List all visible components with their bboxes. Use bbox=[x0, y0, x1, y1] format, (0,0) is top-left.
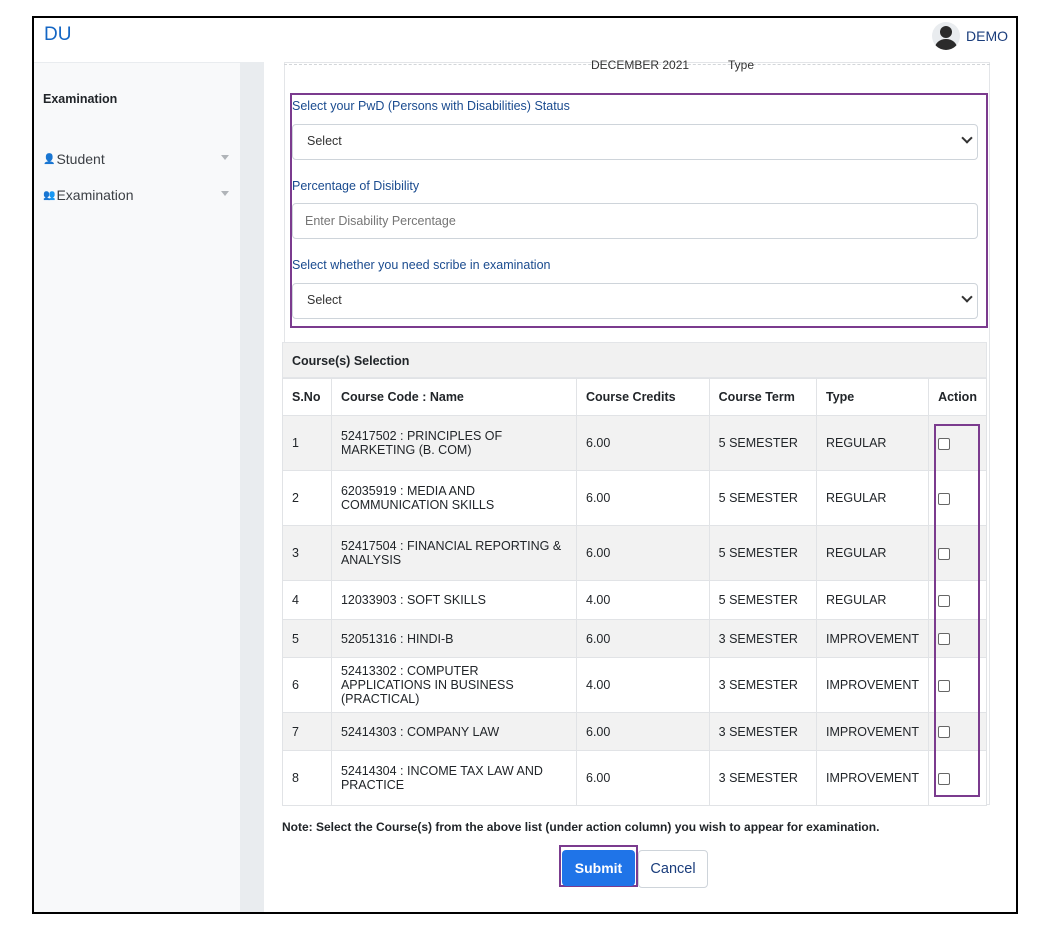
cell-course-name: 62035919 : MEDIA AND COMMUNICATION SKILL… bbox=[330, 470, 578, 526]
table-header-row: S.No Course Code : Name Course Credits C… bbox=[282, 378, 987, 416]
cell-sno: 4 bbox=[282, 580, 332, 620]
column-header: Course Credits bbox=[576, 378, 710, 416]
sidebar-item-examination[interactable]: 👥 Examination bbox=[43, 187, 229, 203]
column-header: S.No bbox=[282, 378, 332, 416]
cell-type: REGULAR bbox=[815, 580, 930, 620]
cell-term: 3 SEMESTER bbox=[708, 657, 818, 713]
cell-sno: 5 bbox=[282, 619, 332, 658]
sidebar-item-label: Student bbox=[56, 151, 105, 167]
sidebar: Examination 👤 Student 👥 Examination bbox=[34, 62, 240, 912]
scribe-label: Select whether you need scribe in examin… bbox=[292, 258, 551, 272]
column-header: Course Code : Name bbox=[330, 378, 578, 416]
cell-credits: 6.00 bbox=[576, 470, 710, 526]
cell-course-name: 52417502 : PRINCIPLES OF MARKETING (B. C… bbox=[330, 415, 578, 471]
cell-sno: 3 bbox=[282, 525, 332, 581]
cell-term: 5 SEMESTER bbox=[708, 525, 818, 581]
cell-course-name: 52414304 : INCOME TAX LAW AND PRACTICE bbox=[330, 750, 578, 806]
cell-term: 5 SEMESTER bbox=[708, 470, 818, 526]
cell-type: IMPROVEMENT bbox=[815, 712, 930, 751]
column-header: Action bbox=[928, 378, 987, 416]
pwd-status-select[interactable]: Select bbox=[292, 124, 978, 160]
course-section-title: Course(s) Selection bbox=[282, 342, 987, 378]
table-row: 7 52414303 : COMPANY LAW 6.00 3 SEMESTER… bbox=[282, 712, 987, 751]
cell-credits: 6.00 bbox=[576, 619, 710, 658]
cell-sno: 1 bbox=[282, 415, 332, 471]
scribe-select[interactable]: Select bbox=[292, 283, 978, 319]
user-icon: 👤 bbox=[43, 153, 56, 165]
cell-type: REGULAR bbox=[815, 415, 930, 471]
cell-term: 3 SEMESTER bbox=[708, 712, 818, 751]
table-row: 6 52413302 : COMPUTER APPLICATIONS IN BU… bbox=[282, 657, 987, 713]
sidebar-title: Examination bbox=[43, 92, 118, 106]
column-header: Type bbox=[815, 378, 930, 416]
percentage-label: Percentage of Disibility bbox=[292, 179, 420, 193]
table-row: 5 52051316 : HINDI-B 6.00 3 SEMESTER IMP… bbox=[282, 619, 987, 658]
sidebar-item-student[interactable]: 👤 Student bbox=[43, 151, 229, 167]
cell-credits: 6.00 bbox=[576, 415, 710, 471]
column-header: Course Term bbox=[708, 378, 818, 416]
selection-note: Note: Select the Course(s) from the abov… bbox=[282, 820, 880, 834]
user-name[interactable]: DEMO bbox=[966, 28, 1008, 44]
sidebar-scrollbar[interactable] bbox=[240, 62, 264, 912]
table-row: 4 12033903 : SOFT SKILLS 4.00 5 SEMESTER… bbox=[282, 580, 987, 620]
action-column-highlight bbox=[934, 424, 980, 797]
sidebar-item-label: Examination bbox=[56, 187, 134, 203]
chevron-down-icon bbox=[221, 191, 229, 196]
cell-credits: 4.00 bbox=[576, 580, 710, 620]
chevron-down-icon bbox=[221, 155, 229, 160]
brand-logo[interactable]: DU bbox=[44, 24, 71, 46]
cell-course-name: 52414303 : COMPANY LAW bbox=[330, 712, 578, 751]
cell-credits: 6.00 bbox=[576, 750, 710, 806]
cell-type: IMPROVEMENT bbox=[815, 750, 930, 806]
avatar-icon[interactable] bbox=[932, 22, 960, 50]
cell-credits: 6.00 bbox=[576, 525, 710, 581]
pwd-status-label: Select your PwD (Persons with Disabiliti… bbox=[292, 99, 570, 113]
cell-sno: 6 bbox=[282, 657, 332, 713]
cell-course-name: 52413302 : COMPUTER APPLICATIONS IN BUSI… bbox=[330, 657, 578, 713]
cell-type: IMPROVEMENT bbox=[815, 619, 930, 658]
partial-header-type: Type bbox=[728, 58, 755, 72]
cell-credits: 4.00 bbox=[576, 657, 710, 713]
cell-course-name: 52051316 : HINDI-B bbox=[330, 619, 578, 658]
cell-sno: 2 bbox=[282, 470, 332, 526]
cell-term: 3 SEMESTER bbox=[708, 619, 818, 658]
cell-course-name: 12033903 : SOFT SKILLS bbox=[330, 580, 578, 620]
scribe-value: Select bbox=[307, 293, 342, 307]
cell-type: REGULAR bbox=[815, 470, 930, 526]
cell-sno: 7 bbox=[282, 712, 332, 751]
top-navbar: DU DEMO bbox=[34, 18, 1016, 62]
cell-term: 3 SEMESTER bbox=[708, 750, 818, 806]
cell-term: 5 SEMESTER bbox=[708, 580, 818, 620]
cancel-button[interactable]: Cancel bbox=[638, 850, 708, 888]
cell-term: 5 SEMESTER bbox=[708, 415, 818, 471]
user-menu[interactable]: DEMO bbox=[932, 22, 1008, 50]
cell-type: IMPROVEMENT bbox=[815, 657, 930, 713]
chevron-down-icon bbox=[961, 291, 973, 303]
table-row: 1 52417502 : PRINCIPLES OF MARKETING (B.… bbox=[282, 415, 987, 471]
cell-sno: 8 bbox=[282, 750, 332, 806]
course-table: S.No Course Code : Name Course Credits C… bbox=[282, 378, 987, 806]
disability-percentage-input[interactable] bbox=[292, 203, 978, 239]
users-icon: 👥 bbox=[43, 189, 56, 201]
partial-header-exam: DECEMBER 2021 bbox=[591, 58, 690, 72]
chevron-down-icon bbox=[961, 132, 973, 144]
cell-type: REGULAR bbox=[815, 525, 930, 581]
table-row: 3 52417504 : FINANCIAL REPORTING & ANALY… bbox=[282, 525, 987, 581]
submit-button[interactable]: Submit bbox=[562, 850, 635, 886]
cell-credits: 6.00 bbox=[576, 712, 710, 751]
table-row: 2 62035919 : MEDIA AND COMMUNICATION SKI… bbox=[282, 470, 987, 526]
pwd-status-value: Select bbox=[307, 134, 342, 148]
table-row: 8 52414304 : INCOME TAX LAW AND PRACTICE… bbox=[282, 750, 987, 806]
cell-course-name: 52417504 : FINANCIAL REPORTING & ANALYSI… bbox=[330, 525, 578, 581]
